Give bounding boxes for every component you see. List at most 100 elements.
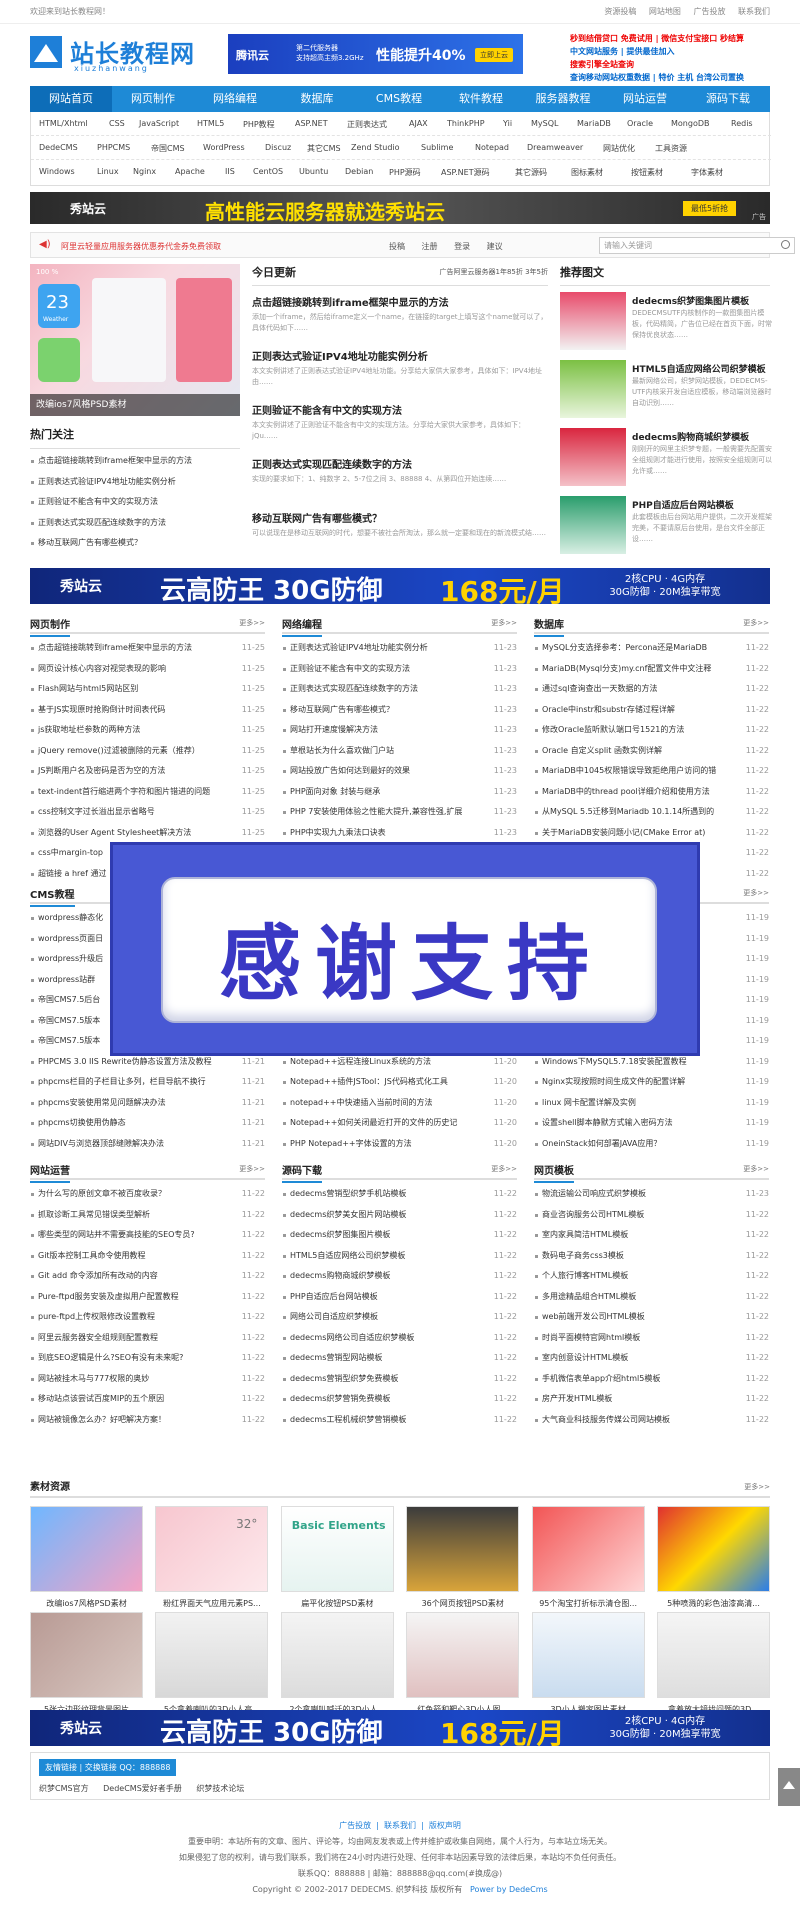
item-title[interactable]: Notepad++插件JSTool：JS代码格式化工具 [290,1077,448,1086]
item-title[interactable]: MariaDB(Mysql分支)my.cnf配置文件中文注释 [542,664,711,673]
material-caption[interactable]: 粉红界面天气应用元素PS... [155,1598,268,1609]
list-item[interactable]: 关于MariaDB安装问题小记(CMake Error at) 11-22 [534,823,769,844]
list-item[interactable]: 通过sql查询查出一天数据的方法 11-22 [534,679,769,700]
tag-link[interactable]: Linux [97,167,119,176]
item-title[interactable]: 移动互联网广告有哪些模式？ [290,705,394,714]
footer-link[interactable]: 广告投放 [339,1821,371,1830]
tag-link[interactable]: ThinkPHP [447,119,485,128]
tag-link[interactable]: Yii [503,119,512,128]
material-thumbnail[interactable] [657,1612,770,1698]
material-caption[interactable]: 5种喷溅的彩色油漆高清... [657,1598,770,1609]
nav-server[interactable]: 服务器教程 [522,86,604,112]
more-link[interactable]: 更多>> [239,618,265,628]
list-item[interactable]: 网站打开速度慢解决方法 11-23 [282,720,517,741]
material-thumbnail[interactable] [155,1612,269,1698]
news-item[interactable]: 正则表达式验证IPV4地址功能实例分析 本文实例讲述了正则表达式验证IPV4地址功… [252,348,548,402]
material-thumbnail[interactable]: 32° [155,1506,269,1592]
tag-link[interactable]: 图标素材 [571,167,603,178]
list-item[interactable]: 网站DIV与浏览器顶部缝隙解决办法 11-21 [30,1134,265,1155]
item-title[interactable]: wordpress站群 [38,975,95,984]
item-title[interactable]: dedecms购物商城织梦模板 [290,1271,390,1280]
news-item[interactable]: 正则表达式实现匹配连续数字的方法 实现的要求如下：1、纯数字 2、5-7位之间 3… [252,456,548,510]
list-item[interactable]: dedecms营销型织梦手机站模板 11-22 [282,1184,517,1205]
item-title[interactable]: js获取地址栏参数的两种方法 [38,725,140,734]
list-item[interactable]: 基于JS实现原时抢购倒计时间表代码 11-25 [30,700,265,721]
material-card[interactable]: 5种喷溅的彩色油漆高清... [657,1506,770,1609]
list-item[interactable]: dedecms购物商城织梦模板 11-22 [282,1266,517,1287]
nav-operation[interactable]: 网站运营 [604,86,686,112]
list-item[interactable]: 正则表达式实现匹配连续数字的方法 11-23 [282,679,517,700]
item-title[interactable]: Git add 命令添加所有改动的内容 [38,1271,158,1280]
item-title[interactable]: dedecms织梦图集图片模板 [290,1230,390,1239]
register-link[interactable]: 注册 [422,242,438,251]
footer-link[interactable]: 联系我们 [384,1821,416,1830]
item-title[interactable]: Git版本控制工具命令使用教程 [38,1251,146,1260]
item-title[interactable]: phpcms切换使用伪静态 [38,1118,126,1127]
list-item[interactable]: 草根站长为什么喜欢做门户站 11-23 [282,741,517,762]
list-item[interactable]: 数码电子商务css3模板 11-22 [534,1246,769,1267]
list-item[interactable]: 商业咨询服务公司HTML模板 11-22 [534,1205,769,1226]
material-thumbnail[interactable] [531,1506,645,1592]
material-card[interactable]: 32° 粉红界面天气应用元素PS... [155,1506,269,1609]
footer-link[interactable]: 版权声明 [429,1821,461,1830]
list-item[interactable]: dedecms织梦图集图片模板 11-22 [282,1225,517,1246]
tag-link[interactable]: PHP源码 [389,167,421,178]
nav-database[interactable]: 数据库 [276,86,358,112]
today-meta[interactable]: 广告阿里云服务器1年85折 3年5折 [440,267,549,277]
item-title[interactable]: PHP Notepad++字体设置的方法 [290,1139,412,1148]
more-link[interactable]: 更多>> [743,1164,769,1174]
item-title[interactable]: 商业咨询服务公司HTML模板 [542,1210,644,1219]
list-item[interactable]: 网站被挂木马与777权限的奥妙 11-22 [30,1369,265,1390]
friend-link[interactable]: DedeCMS爱好者手册 [103,1784,182,1793]
item-title[interactable]: Nginx实现按照时间生成文件的配置详解 [542,1077,685,1086]
column-title[interactable]: 网页制作 [30,616,70,637]
list-item[interactable]: notepad++中快速插入当前时间的方法 11-20 [282,1093,517,1114]
list-item[interactable]: PHP中实现九九乘法口诀表 11-23 [282,823,517,844]
tag-link[interactable]: 字体素材 [691,167,723,178]
item-title[interactable]: MariaDB中的thread pool详细介绍和使用方法 [542,787,710,796]
list-item[interactable]: 点击超链接跳转到iframe框架中显示的方法 [30,451,240,472]
item-title[interactable]: 网站DIV与浏览器顶部缝隙解决办法 [38,1139,164,1148]
item-title[interactable]: web前端开发公司HTML模板 [542,1312,645,1321]
back-to-top-button[interactable] [778,1768,800,1806]
item-title[interactable]: dedecms营销型织梦免费模板 [290,1374,398,1383]
list-item[interactable]: 移动互联网广告有哪些模式？ 11-23 [282,700,517,721]
powered-link[interactable]: Power by DedeCms [470,1885,548,1894]
tag-link[interactable]: 其它CMS [307,143,341,154]
list-item[interactable]: 个人旅行博客HTML模板 11-22 [534,1266,769,1287]
tag-link[interactable]: Windows [39,167,75,176]
item-title[interactable]: notepad++中快速插入当前时间的方法 [290,1098,433,1107]
list-item[interactable]: dedecms织梦营销免费模板 11-22 [282,1389,517,1410]
material-thumbnail[interactable]: Basic Elements [280,1506,394,1592]
item-title[interactable]: 数码电子商务css3模板 [542,1251,624,1260]
nav-programming[interactable]: 网络编程 [194,86,276,112]
item-title[interactable]: 网站投放广告如何达到最好的效果 [290,766,410,775]
more-link[interactable]: 更多>> [743,888,769,898]
material-thumbnail[interactable] [406,1506,520,1592]
tag-link[interactable]: DedeCMS [39,143,78,152]
item-title[interactable]: JS判断用户名及密码是否为空的方法 [38,766,165,775]
item-title[interactable]: dedecms织梦美女图片网站模板 [290,1210,406,1219]
tag-link[interactable]: Zend Studio [351,143,400,152]
item-title[interactable]: 草根站长为什么喜欢做门户站 [290,746,394,755]
item-title[interactable]: 帝国CMS7.5版本 [38,1016,100,1025]
suggest-link[interactable]: 建议 [487,242,503,251]
column-title[interactable]: 网站运营 [30,1162,70,1183]
item-title[interactable]: 多用途精品组合HTML模板 [542,1292,636,1301]
list-item[interactable]: pure-ftpd上传权限修改设置教程 11-22 [30,1307,265,1328]
item-title[interactable]: 基于JS实现原时抢购倒计时间表代码 [38,705,165,714]
text-ad-line[interactable]: 中文网站服务 | 提供最佳加入 [570,45,770,58]
list-item[interactable]: MariaDB(Mysql分支)my.cnf配置文件中文注释 11-22 [534,659,769,680]
list-item[interactable]: JS判断用户名及密码是否为空的方法 11-25 [30,761,265,782]
list-item[interactable]: 浏览器的User Agent Stylesheet解决方法 11-25 [30,823,265,844]
list-item[interactable]: Git add 命令添加所有改动的内容 11-22 [30,1266,265,1287]
list-item[interactable]: 阿里云服务器安全组规则配置教程 11-22 [30,1328,265,1349]
item-title[interactable]: Notepad++远程连接Linux系统的方法 [290,1057,431,1066]
list-item[interactable]: 网络公司自适应织梦模板 11-22 [282,1307,517,1328]
item-title[interactable]: dedecms织梦营销免费模板 [290,1394,390,1403]
item-title[interactable]: PHP中实现九九乘法口诀表 [290,828,386,837]
more-link[interactable]: 更多>> [491,618,517,628]
item-title[interactable]: 网站被镜像怎么办？好吧解决方案！ [38,1415,166,1424]
submit-link[interactable]: 投稿 [389,242,405,251]
list-item[interactable]: PHP 7安装使用体验之性能大提升,兼容性强,扩展 11-23 [282,802,517,823]
